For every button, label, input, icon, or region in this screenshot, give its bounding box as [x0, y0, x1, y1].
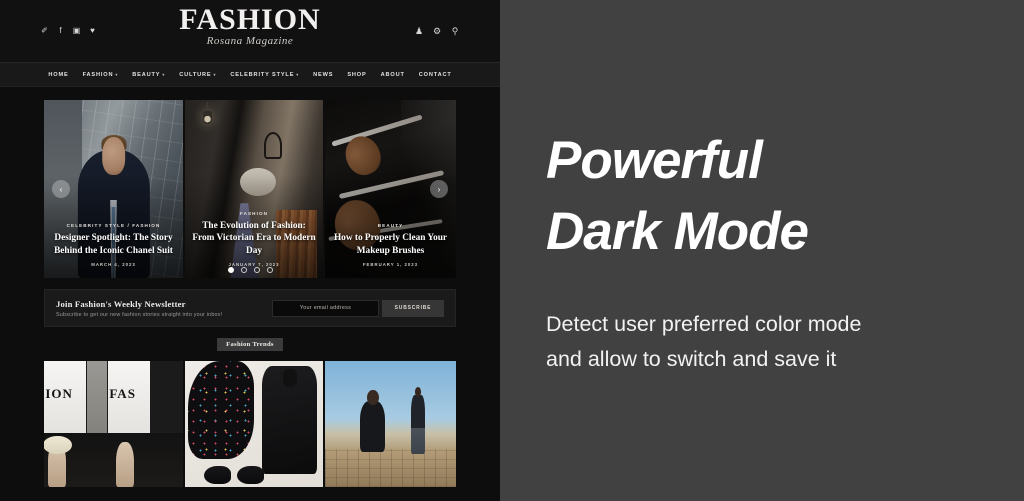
slide-title: Designer Spotlight: The Story Behind the… [54, 233, 173, 256]
slide-title: How to Properly Clean Your Makeup Brushe… [333, 233, 448, 256]
nav-item-home[interactable]: HOME [48, 72, 68, 78]
main-navigation: HOME FASHION ▾ BEAUTY ▾ CULTURE ▾ CELEBRITY… [0, 62, 500, 87]
carousel-next-button[interactable]: › [430, 180, 448, 198]
settings-gear-icon[interactable]: ⚙ [432, 26, 442, 37]
carousel-prev-button[interactable]: ‹ [52, 180, 70, 198]
nav-label: ABOUT [380, 71, 405, 78]
site-header: ✐ f ▣ ♥ FASHION Rosana Magazine ♟ ⚙ ⚲ [0, 0, 500, 62]
nav-item-beauty[interactable]: BEAUTY ▾ [132, 72, 165, 78]
card-image-clothing-flatlay [185, 361, 323, 487]
carousel-slide[interactable]: FASHION The Evolution of Fashion: From V… [185, 100, 323, 278]
fashion-trends-badge: Fashion Trends [217, 338, 283, 351]
nav-item-contact[interactable]: CONTACT [419, 72, 452, 78]
newsletter-title: Join Fashion's Weekly Newsletter [56, 298, 186, 309]
slide-category: CELEBRITY STYLE / FASHION [66, 223, 161, 229]
carousel-pagination [44, 267, 456, 273]
search-icon[interactable]: ⚲ [450, 26, 460, 37]
feature-description-line2: and allow to switch and save it [546, 346, 837, 371]
newsletter-signup: Join Fashion's Weekly Newsletter Subscri… [44, 289, 456, 327]
carousel-dot[interactable] [253, 267, 260, 273]
nav-label: NEWS [313, 71, 334, 78]
nav-item-culture[interactable]: CULTURE ▾ [179, 72, 216, 78]
carousel-dot[interactable] [266, 267, 273, 273]
card-image-storefront: ION FAS [44, 361, 183, 487]
nav-item-news[interactable]: NEWS [313, 72, 333, 78]
instagram-icon[interactable]: ▣ [72, 27, 81, 36]
nav-item-celebrity-style[interactable]: CELEBRITY STYLE ▾ [230, 72, 299, 78]
newsletter-subtitle: Subscribe to get our new fashion stories… [56, 311, 223, 318]
article-card[interactable]: ION FAS [44, 361, 183, 487]
chevron-down-icon: ▾ [162, 72, 166, 77]
nav-label: HOME [48, 71, 69, 78]
article-card[interactable] [325, 361, 456, 487]
account-icon[interactable]: ♟ [414, 26, 424, 37]
chevron-down-icon: ▾ [115, 72, 119, 77]
heart-icon[interactable]: ♥ [88, 27, 97, 36]
newsletter-email-input[interactable]: Your email address [272, 299, 379, 317]
card-image-desert-portrait [325, 361, 456, 487]
nav-label: CELEBRITY STYLE [230, 71, 295, 78]
section-heading: Fashion Trends [0, 338, 500, 351]
featured-carousel: CELEBRITY STYLE / FASHION Designer Spotl… [44, 100, 456, 278]
newsletter-subscribe-button[interactable]: SUBSCRIBE [382, 299, 444, 317]
header-actions: ♟ ⚙ ⚲ [414, 26, 460, 37]
nav-label: SHOP [347, 71, 367, 78]
nav-item-about[interactable]: ABOUT [381, 72, 405, 78]
feature-heading-line2: Dark Mode [546, 201, 809, 261]
chevron-down-icon: ▾ [296, 72, 300, 77]
nav-item-shop[interactable]: SHOP [347, 72, 366, 78]
carousel-dot[interactable] [227, 267, 234, 273]
feature-description-line1: Detect user preferred color mode [546, 311, 862, 336]
slide-title: The Evolution of Fashion: From Victorian… [192, 221, 316, 256]
article-card[interactable] [185, 361, 323, 487]
chevron-left-icon: ‹ [59, 184, 63, 194]
slide-category: BEAUTY [377, 223, 404, 229]
slide-category: FASHION [239, 211, 269, 217]
nav-item-fashion[interactable]: FASHION ▾ [83, 72, 119, 78]
feature-description: Detect user preferred color mode and all… [546, 307, 978, 377]
twitter-icon[interactable]: ✐ [40, 27, 49, 36]
nav-label: CONTACT [418, 71, 452, 78]
facebook-icon[interactable]: f [56, 27, 65, 36]
feature-panel: Powerful Dark Mode Detect user preferred… [500, 0, 1024, 501]
feature-heading-line1: Powerful [546, 130, 763, 190]
feature-heading: Powerful Dark Mode [546, 125, 978, 267]
social-links: ✐ f ▣ ♥ [40, 27, 97, 36]
nav-label: FASHION [82, 71, 114, 78]
website-preview-panel: ✐ f ▣ ♥ FASHION Rosana Magazine ♟ ⚙ ⚲ HO… [0, 0, 500, 501]
nav-label: CULTURE [179, 71, 212, 78]
chevron-right-icon: › [437, 184, 441, 194]
carousel-dot[interactable] [240, 267, 247, 273]
chevron-down-icon: ▾ [213, 72, 217, 77]
article-card-grid: ION FAS [44, 361, 456, 487]
nav-label: BEAUTY [132, 71, 161, 78]
